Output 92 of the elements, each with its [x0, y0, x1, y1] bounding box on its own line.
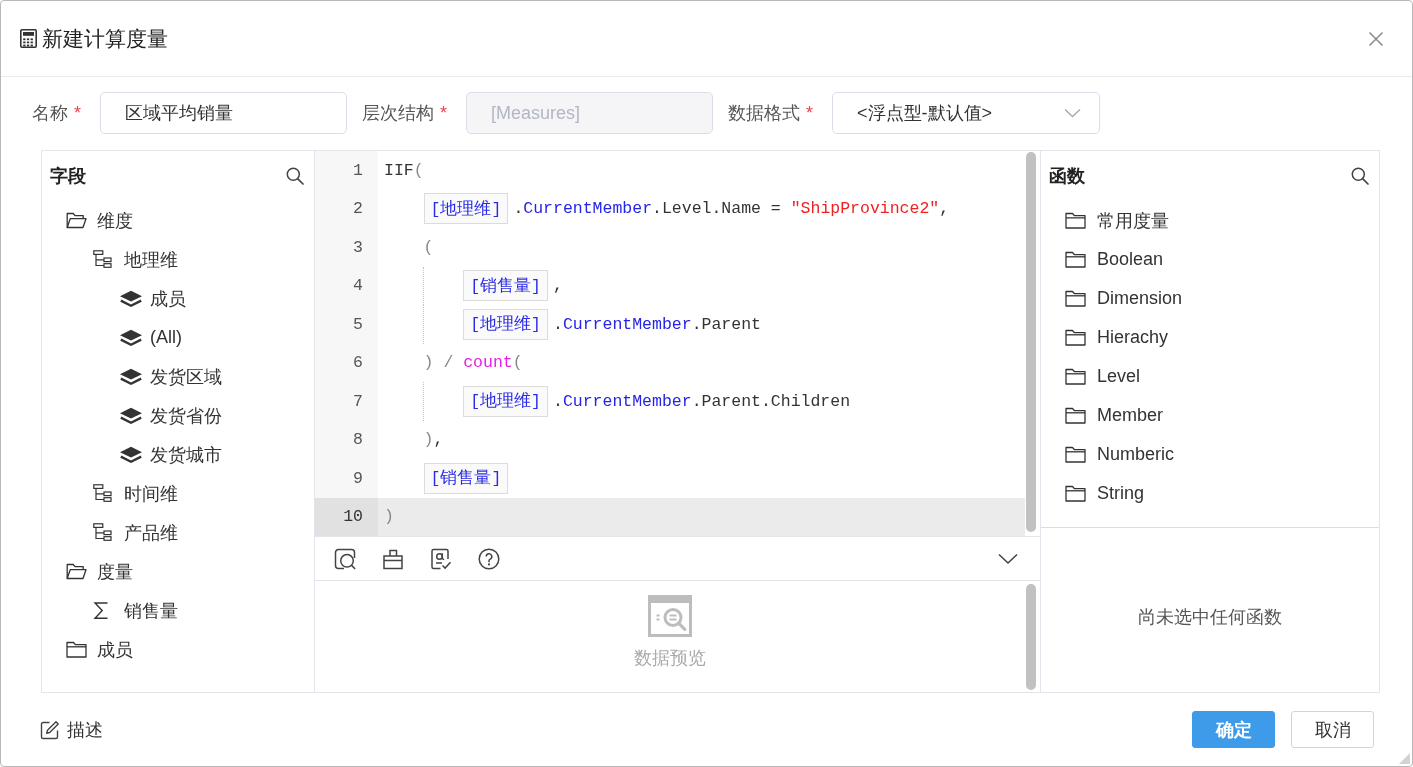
layers-icon — [119, 445, 143, 464]
function-category[interactable]: Dimension — [1041, 279, 1379, 318]
chevron-down-icon[interactable] — [998, 552, 1018, 565]
preview-hint: 数据预览 — [634, 647, 706, 669]
tree-item[interactable]: 地理维 — [42, 240, 314, 279]
line-number: 1 — [315, 151, 378, 190]
magnifier-document-icon — [648, 595, 692, 637]
code-text: ) / count( — [423, 353, 523, 373]
folder-icon — [1065, 407, 1086, 424]
field-label: 层次结构 — [362, 102, 434, 125]
tree-item[interactable]: 成员 — [42, 279, 314, 318]
code-text: ( — [423, 237, 434, 257]
function-category[interactable]: 常用度量 — [1041, 201, 1379, 240]
tree-item[interactable]: 发货城市 — [42, 435, 314, 474]
dialog-title: 新建计算度量 — [42, 25, 168, 52]
line-number: 6 — [315, 343, 378, 382]
folder-icon — [1065, 329, 1086, 346]
line-number: 9 — [315, 459, 378, 498]
box-icon[interactable] — [382, 547, 404, 570]
scrollbar-thumb[interactable] — [1026, 152, 1036, 532]
line-number: 2 — [315, 189, 378, 228]
empty-hint: 尚未选中任何函数 — [1138, 606, 1282, 629]
line-number: 4 — [315, 266, 378, 305]
layers-icon — [119, 289, 143, 308]
code-text: ), — [423, 430, 444, 450]
line-number: 10 — [315, 497, 378, 536]
layers-icon — [119, 328, 143, 347]
field-token: [地理维] — [423, 193, 509, 225]
tree-item[interactable]: 产品维 — [42, 513, 314, 552]
magnifier-square-icon[interactable] — [334, 547, 356, 570]
code-text: ) — [384, 507, 394, 527]
folder-icon — [1065, 290, 1086, 307]
scrollbar-thumb[interactable] — [1026, 584, 1036, 690]
folder-icon — [1065, 251, 1086, 268]
search-icon[interactable] — [1351, 167, 1369, 185]
tree-item[interactable]: 度量 — [42, 552, 314, 591]
panel-title: 函数 — [1049, 165, 1085, 188]
hierarchy-icon — [92, 250, 112, 269]
required-mark: * — [440, 102, 448, 124]
hierarchy-icon — [92, 523, 112, 542]
close-icon[interactable] — [1368, 30, 1384, 47]
function-category[interactable]: Numberic — [1041, 435, 1379, 474]
sigma-icon — [92, 601, 109, 620]
resize-handle[interactable] — [1399, 753, 1410, 764]
tree-item[interactable]: 销售量 — [42, 591, 314, 630]
field-label: 名称 — [32, 102, 68, 125]
field-token: [销售量] — [423, 462, 509, 494]
field-token: [地理维] — [463, 308, 548, 340]
layers-icon — [119, 406, 143, 425]
field-token: [销售量] — [463, 270, 548, 302]
code-text: .CurrentMember.Parent — [553, 314, 761, 334]
spell-check-icon[interactable] — [430, 547, 452, 570]
formula-editor[interactable]: 1 IIF( 2 [地理维] .CurrentMember.Level.Name = "ShipProvince2", 3 ( 4 [销售量] , 5 [地理维] .CurrentMember.Parent 6 ) / count( 7 [地理维] .CurrentMember.Parent.Children 8 ), 9 [销售量] 10 ) 数据预览 — [315, 150, 1040, 693]
calculator-icon — [20, 29, 37, 48]
folder-icon — [1065, 446, 1086, 463]
required-mark: * — [74, 102, 81, 124]
required-mark: * — [806, 102, 814, 124]
tree-item[interactable]: 维度 — [42, 201, 314, 240]
tree-item[interactable]: 发货省份 — [42, 396, 314, 435]
folder-icon — [1065, 212, 1086, 229]
code-text: .CurrentMember.Level.Name = "ShipProvince2", — [513, 199, 950, 219]
code-text: , — [553, 276, 563, 296]
search-icon[interactable] — [286, 167, 304, 185]
function-category[interactable]: Level — [1041, 357, 1379, 396]
code-text: .CurrentMember.Parent.Children — [553, 391, 851, 411]
function-category[interactable]: Boolean — [1041, 240, 1379, 279]
tree-item[interactable]: (All) — [42, 318, 314, 357]
code-text: IIF( — [384, 160, 424, 180]
panel-title: 字段 — [50, 165, 86, 188]
folder-icon — [1065, 485, 1086, 502]
tree-item[interactable]: 发货区域 — [42, 357, 314, 396]
cancel-button[interactable]: 取消 — [1291, 711, 1374, 748]
help-icon[interactable] — [478, 547, 500, 570]
tree-item[interactable]: 时间维 — [42, 474, 314, 513]
layers-icon — [119, 367, 143, 386]
function-category[interactable]: Member — [1041, 396, 1379, 435]
tree-item[interactable]: 成员 — [42, 630, 314, 669]
folder-icon — [1065, 368, 1086, 385]
text-field[interactable]: 区域平均销量 — [100, 92, 347, 134]
chevron-down-icon — [1064, 108, 1082, 118]
field-label: 数据格式 — [728, 102, 801, 125]
line-number: 3 — [315, 228, 378, 267]
function-category[interactable]: Hierachy — [1041, 318, 1379, 357]
line-number: 5 — [315, 305, 378, 344]
edit-icon — [40, 719, 60, 740]
line-number: 7 — [315, 382, 378, 421]
function-category[interactable]: String — [1041, 474, 1379, 513]
field-token: [地理维] — [463, 385, 548, 417]
line-number: 8 — [315, 420, 378, 459]
hierarchy-icon — [92, 484, 112, 503]
select-field[interactable]: <浮点型-默认值> — [832, 92, 1101, 134]
description-button[interactable]: 描述 — [40, 717, 103, 742]
